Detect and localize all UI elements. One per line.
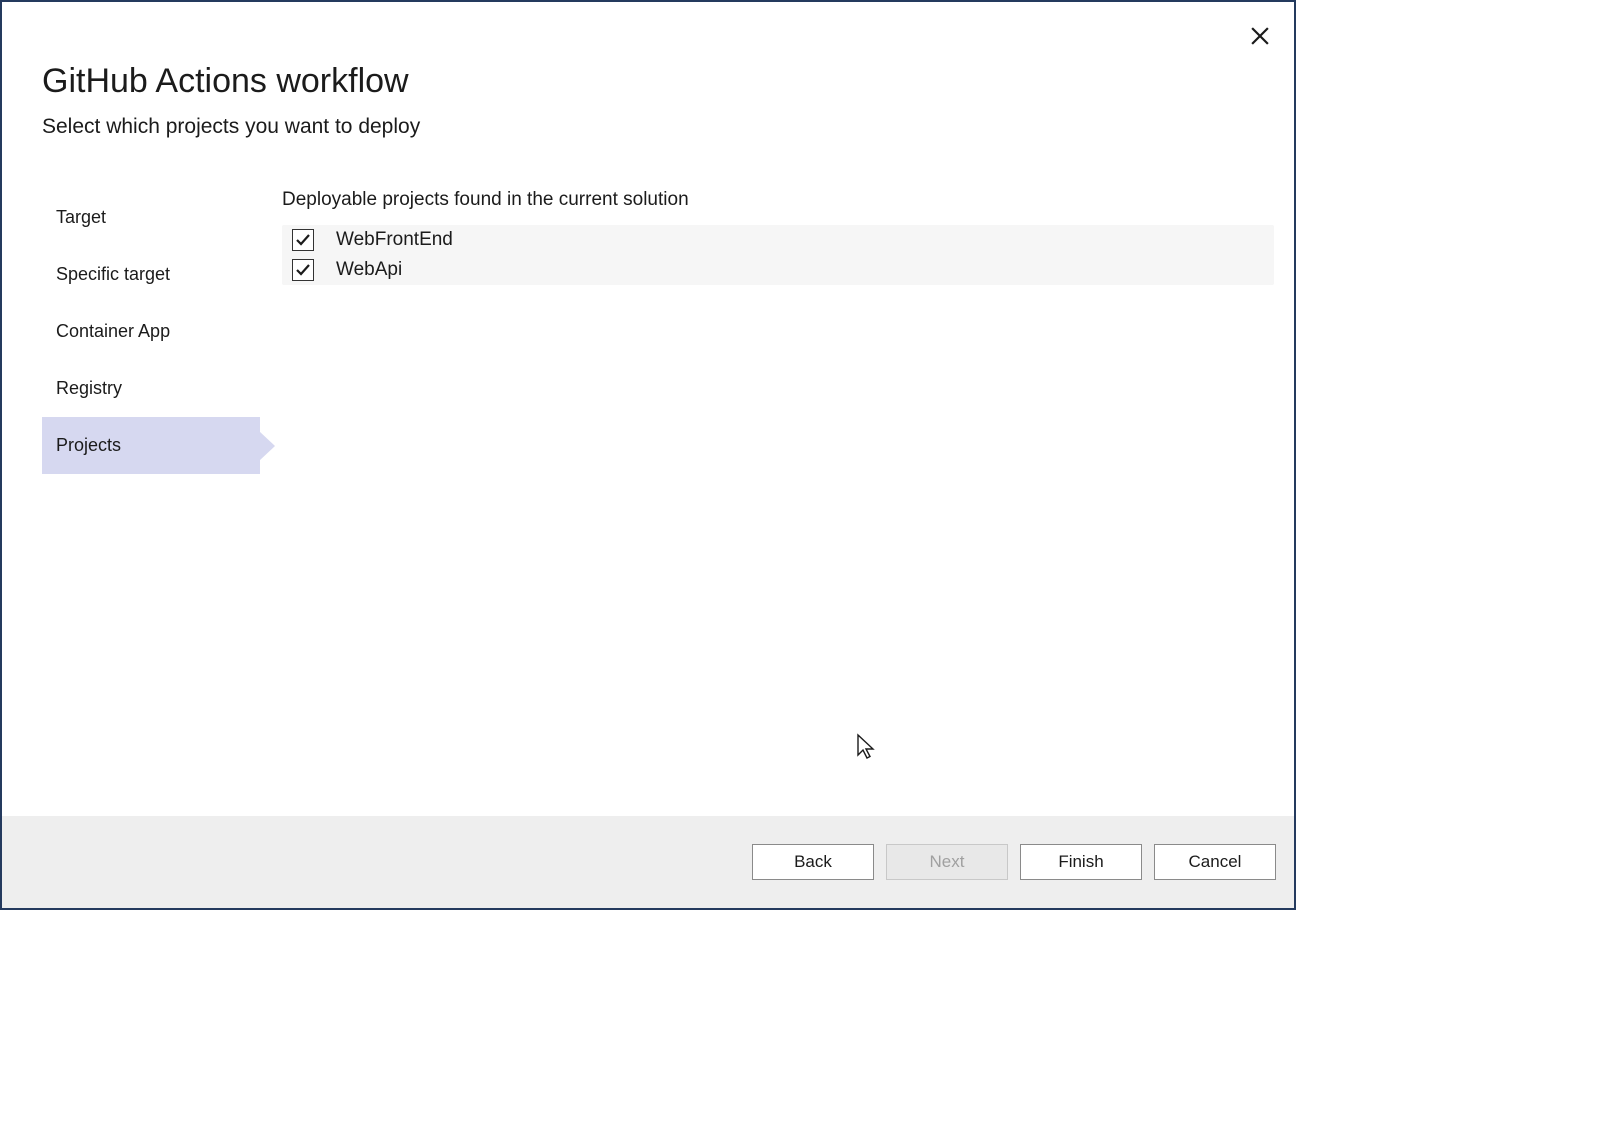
github-actions-workflow-dialog: GitHub Actions workflow Select which pro… [0, 0, 1296, 910]
sidebar-item-label: Registry [56, 378, 122, 398]
dialog-footer: Back Next Finish Cancel [2, 816, 1294, 908]
dialog-body: Target Specific target Container App Reg… [2, 149, 1294, 816]
sidebar-item-label: Specific target [56, 264, 170, 284]
project-name: WebApi [336, 259, 402, 281]
project-checkbox[interactable] [292, 259, 314, 281]
sidebar-item-container-app[interactable]: Container App [42, 303, 260, 360]
sidebar-item-specific-target[interactable]: Specific target [42, 246, 260, 303]
cancel-button[interactable]: Cancel [1154, 844, 1276, 880]
sidebar-item-label: Container App [56, 321, 170, 341]
close-icon [1251, 27, 1269, 45]
dialog-subtitle: Select which projects you want to deploy [42, 115, 1254, 139]
dialog-header: GitHub Actions workflow Select which pro… [2, 2, 1294, 149]
check-icon [295, 262, 311, 278]
next-button: Next [886, 844, 1008, 880]
sidebar-item-target[interactable]: Target [42, 189, 260, 246]
close-button[interactable] [1248, 24, 1272, 48]
sidebar-item-label: Projects [56, 435, 121, 455]
sidebar-item-label: Target [56, 207, 106, 227]
check-icon [295, 232, 311, 248]
project-checkbox[interactable] [292, 229, 314, 251]
content-heading: Deployable projects found in the current… [282, 189, 1274, 211]
project-list: WebFrontEnd WebApi [282, 225, 1274, 285]
finish-button[interactable]: Finish [1020, 844, 1142, 880]
content-panel: Deployable projects found in the current… [282, 189, 1294, 816]
sidebar-item-registry[interactable]: Registry [42, 360, 260, 417]
dialog-title: GitHub Actions workflow [42, 62, 1254, 101]
project-item-webfrontend[interactable]: WebFrontEnd [282, 225, 1274, 255]
wizard-sidebar: Target Specific target Container App Reg… [2, 189, 282, 816]
sidebar-item-projects[interactable]: Projects [42, 417, 260, 474]
project-name: WebFrontEnd [336, 229, 453, 251]
back-button[interactable]: Back [752, 844, 874, 880]
project-item-webapi[interactable]: WebApi [282, 255, 1274, 285]
